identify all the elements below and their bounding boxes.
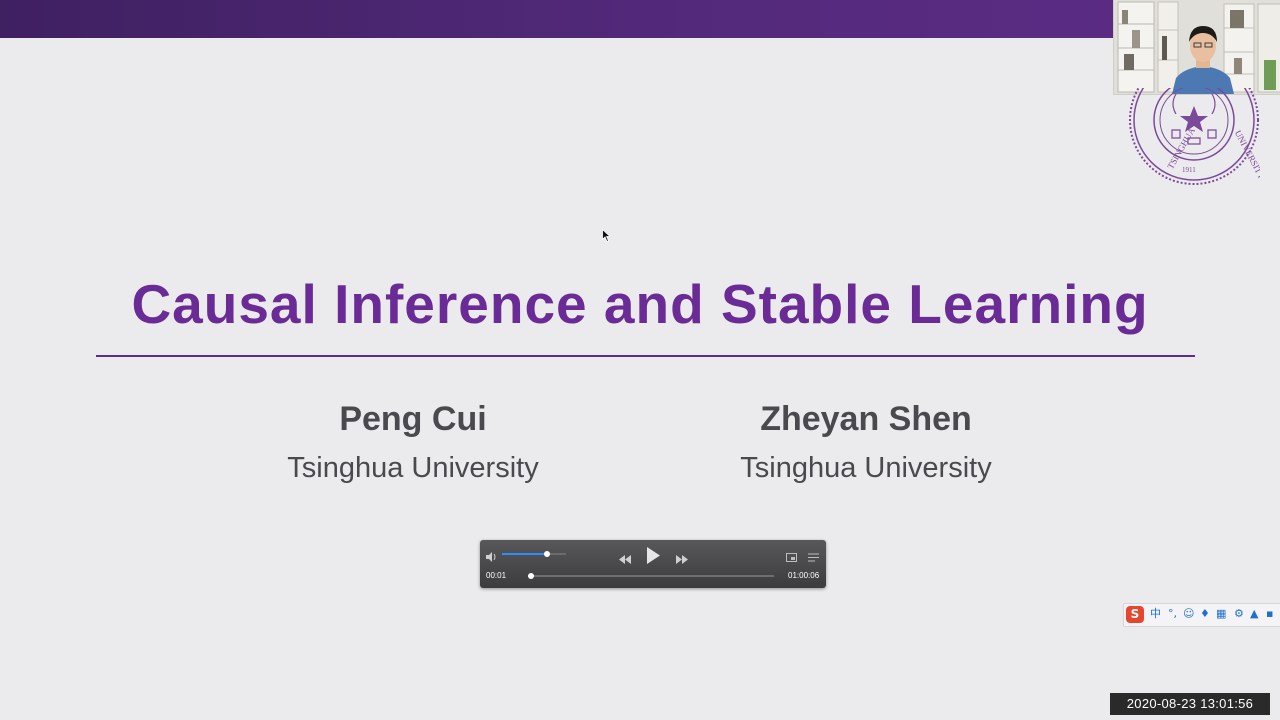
recording-timestamp: 2020-08-23 13:01:56 (1110, 693, 1270, 715)
elapsed-time: 00:01 (486, 571, 507, 580)
ime-toolbar: S 中 °, ☺ ♦ ▦ ⚙ ▲ ▪ (1123, 603, 1280, 627)
svg-text:TSINGHUA: TSINGHUA (1165, 125, 1197, 170)
toolbox-icon[interactable]: ⚙ (1234, 607, 1244, 621)
title-divider (96, 355, 1195, 357)
volume-icon[interactable] (486, 549, 498, 562)
punctuation-icon[interactable]: °, (1168, 607, 1177, 621)
university-seal-logo: TSINGHUA UNIVERSITY 1911 (1128, 88, 1260, 186)
playlist-icon[interactable] (808, 549, 819, 562)
mouse-cursor-icon (602, 229, 611, 242)
author-name-2: Zheyan Shen (760, 400, 972, 438)
progress-bar-knob[interactable] (528, 573, 535, 579)
pip-icon[interactable] (786, 549, 797, 562)
microphone-icon[interactable]: ♦ (1200, 607, 1210, 621)
sogou-logo-icon[interactable]: S (1126, 606, 1144, 623)
progress-bar[interactable] (528, 573, 774, 579)
slide-title: Causal Inference and Stable Learning (131, 273, 1149, 335)
volume-slider[interactable] (502, 551, 566, 557)
emoji-icon[interactable]: ☺ (1183, 607, 1194, 621)
author-name-1: Peng Cui (339, 400, 487, 438)
menu-grid-icon[interactable]: ▪ (1266, 607, 1273, 621)
svg-text:1911: 1911 (1182, 166, 1196, 174)
rewind-icon[interactable] (619, 551, 631, 564)
fast-forward-icon[interactable] (676, 551, 688, 564)
volume-slider-knob[interactable] (543, 551, 550, 557)
media-player: 00:01 01:00:06 (480, 540, 826, 588)
total-duration: 01:00:06 (788, 571, 820, 580)
skin-icon[interactable]: ▲ (1250, 607, 1258, 621)
author-affiliation-1: Tsinghua University (287, 452, 539, 484)
ime-mode-toggle[interactable]: 中 (1150, 607, 1161, 621)
header-band (0, 0, 1280, 38)
presenter-webcam (1113, 0, 1280, 95)
volume-slider-fill (502, 553, 547, 555)
author-affiliation-2: Tsinghua University (740, 452, 992, 484)
presenter-video-frame (1114, 0, 1280, 94)
play-icon[interactable] (645, 547, 661, 564)
keyboard-icon[interactable]: ▦ (1216, 607, 1226, 621)
